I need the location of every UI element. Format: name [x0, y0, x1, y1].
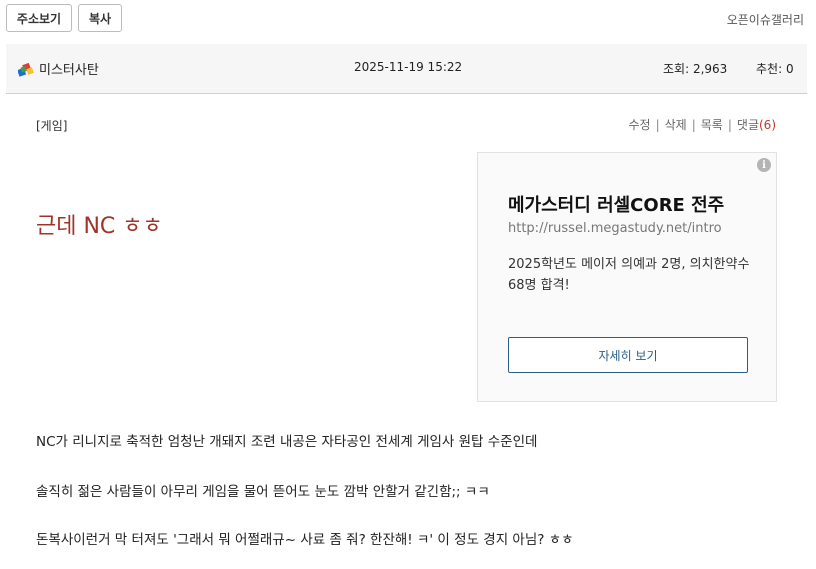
ad-url[interactable]: http://russel.megastudy.net/intro: [508, 221, 722, 236]
ad-info-icon[interactable]: i: [757, 158, 771, 172]
author[interactable]: 미스터사탄: [18, 59, 99, 78]
action-separator: |: [655, 117, 660, 132]
view-count: 조회: 2,963: [663, 62, 728, 76]
copy-button[interactable]: 복사: [78, 4, 122, 32]
post-info-bar: 미스터사탄 2025-11-19 15:22 조회: 2,963 추천: 0: [6, 44, 807, 94]
ad-title[interactable]: 메가스터디 러셀CORE 전주: [508, 191, 724, 217]
post-actions: 수정 | 삭제 | 목록 | 댓글(6): [628, 116, 776, 133]
comment-count: (6): [759, 118, 776, 132]
list-link[interactable]: 목록: [701, 116, 723, 133]
post-paragraph: 돈복사이런거 막 터져도 '그래서 뭐 어쩔래규~ 사료 좀 줘? 한잔해! ㅋ…: [36, 532, 574, 548]
show-address-button[interactable]: 주소보기: [6, 4, 72, 32]
ad-banner[interactable]: i 메가스터디 러셀CORE 전주 http://russel.megastud…: [477, 152, 777, 402]
gallery-link[interactable]: 오픈이슈갤러리: [727, 11, 804, 28]
action-separator: |: [691, 117, 696, 132]
post-paragraph: 솔직히 젊은 사람들이 아무리 게임을 물어 뜯어도 눈도 깜박 안할거 같긴함…: [36, 484, 490, 500]
edit-link[interactable]: 수정: [628, 116, 650, 133]
comments-label: 댓글: [736, 118, 759, 132]
action-separator: |: [727, 117, 732, 132]
delete-link[interactable]: 삭제: [665, 116, 687, 133]
comments-link[interactable]: 댓글(6): [737, 116, 776, 133]
post-title: 근데 NC ㅎㅎ: [36, 214, 163, 239]
post-category: [게임]: [36, 119, 68, 133]
post-datetime: 2025-11-19 15:22: [354, 60, 463, 74]
colorful-flag-icon: [18, 62, 34, 77]
ad-details-button[interactable]: 자세히 보기: [508, 337, 748, 373]
post-paragraph: NC가 리니지로 축적한 엄청난 개돼지 조련 내공은 자타공인 전세계 게임사…: [36, 434, 538, 450]
author-name[interactable]: 미스터사탄: [39, 59, 99, 78]
top-toolbar: 주소보기 복사 오픈이슈갤러리: [0, 0, 816, 40]
ad-description: 2025학년도 메이저 의예과 2명, 의치한약수 68명 합격!: [508, 257, 750, 293]
recommend-count: 추천: 0: [756, 62, 794, 76]
